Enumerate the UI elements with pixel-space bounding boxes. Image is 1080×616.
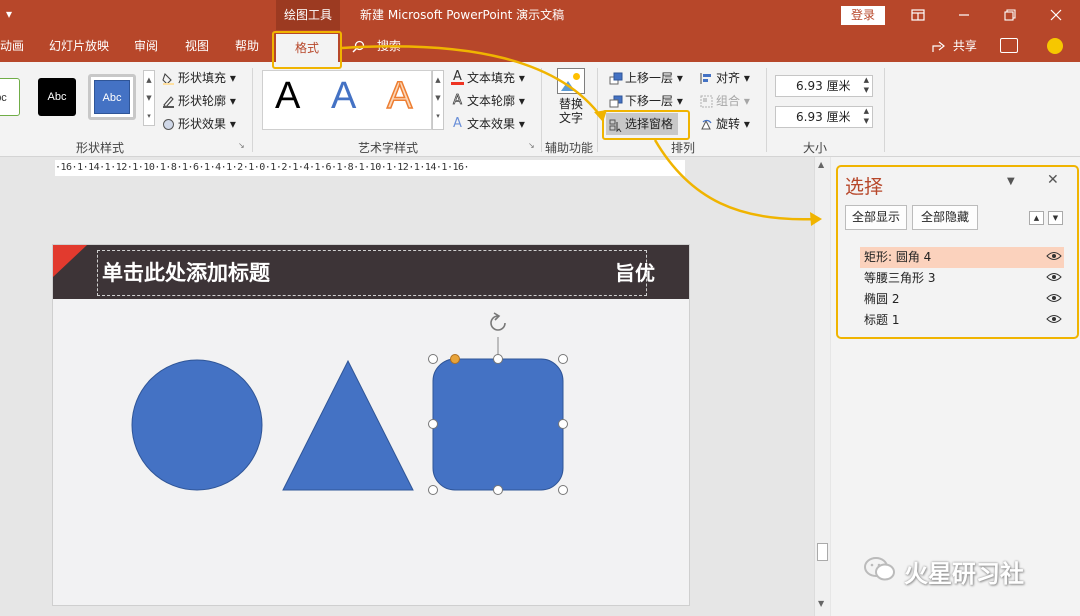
- callout-arrow: [341, 45, 604, 119]
- callout-arrow: [653, 139, 817, 221]
- wechat-icon: [864, 557, 895, 581]
- callout-arrows: [341, 45, 822, 226]
- arrowhead-icon: [594, 110, 607, 122]
- arrowhead-icon: [810, 212, 822, 226]
- watermark-text: 火星研习社: [904, 560, 1024, 588]
